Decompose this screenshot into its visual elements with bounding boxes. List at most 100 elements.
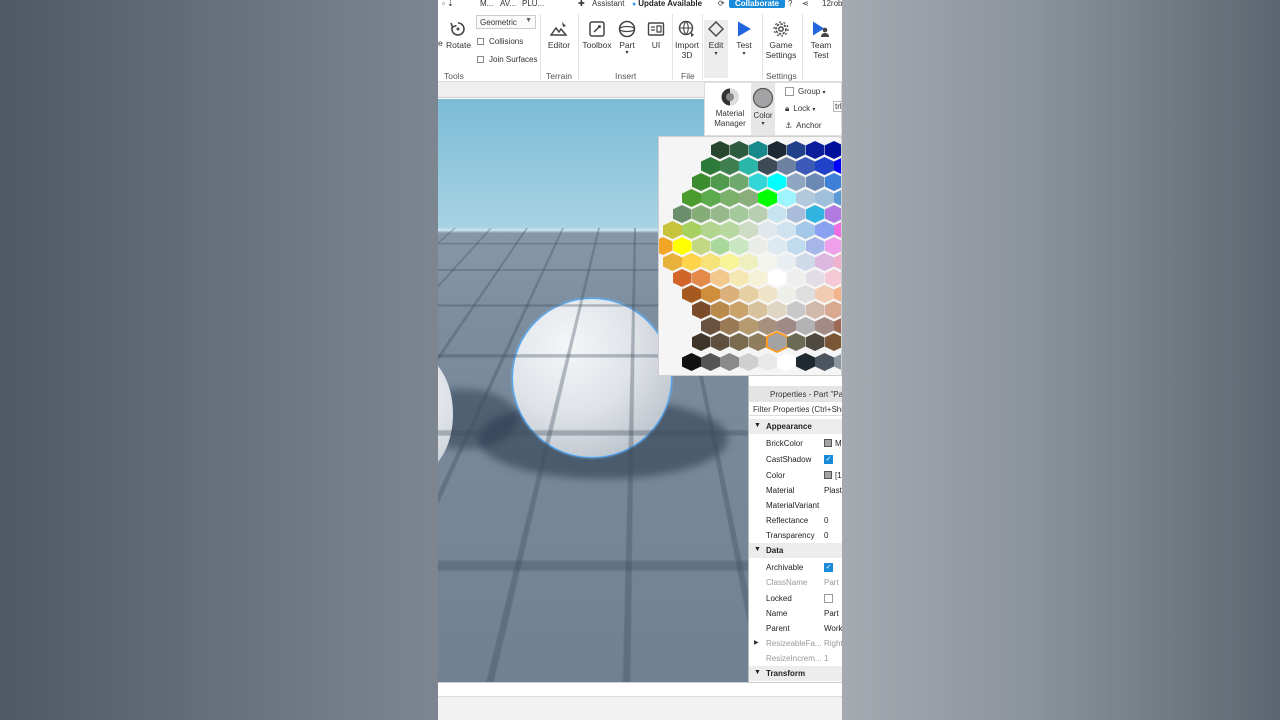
color-swatch[interactable] <box>682 189 701 207</box>
color-swatch[interactable] <box>691 173 711 191</box>
color-swatch[interactable] <box>701 157 720 175</box>
color-swatch[interactable] <box>758 317 777 335</box>
color-swatch[interactable] <box>796 285 815 303</box>
color-swatch[interactable] <box>748 333 768 351</box>
prop-transparency[interactable]: Transparency 0 <box>749 528 842 543</box>
prop-brickcolor[interactable]: BrickColor M <box>749 436 842 451</box>
game-settings-button[interactable]: Game Settings <box>764 20 798 60</box>
color-swatch[interactable] <box>710 173 730 191</box>
color-swatch[interactable] <box>710 333 730 351</box>
color-swatch[interactable] <box>796 221 815 239</box>
checkbox-checked[interactable]: ✓ <box>824 455 833 464</box>
color-swatch[interactable] <box>758 253 777 271</box>
color-swatch[interactable] <box>739 317 758 335</box>
color-swatch[interactable] <box>834 253 841 271</box>
color-swatch[interactable] <box>682 221 701 239</box>
share-icon[interactable]: ⋖ <box>802 0 809 8</box>
collaborate-button[interactable]: Collaborate <box>729 0 786 8</box>
color-swatch[interactable] <box>729 301 749 319</box>
edit-button[interactable]: Edit ▾ <box>704 20 728 78</box>
color-swatch[interactable] <box>777 189 796 207</box>
color-swatch[interactable] <box>824 269 841 287</box>
color-swatch[interactable] <box>786 173 806 191</box>
color-swatch[interactable] <box>767 269 787 287</box>
color-swatch[interactable] <box>701 253 720 271</box>
update-available[interactable]: Update Available <box>632 0 702 8</box>
color-swatch[interactable] <box>824 237 841 255</box>
scale-button[interactable]: e <box>438 38 443 48</box>
color-swatch[interactable] <box>796 317 815 335</box>
tab-2[interactable]: AV... <box>500 0 516 8</box>
lock-button[interactable]: 🔒︎ Lock ▾ <box>785 104 815 114</box>
terrain-editor-button[interactable]: Editor <box>546 20 572 50</box>
test-button[interactable]: Test ▾ <box>732 20 756 57</box>
color-swatch[interactable] <box>720 285 739 303</box>
material-manager-button[interactable]: Material Manager <box>709 87 751 129</box>
menu-icon[interactable]: ▫ ⇣ <box>442 0 454 8</box>
color-swatch[interactable] <box>786 205 806 223</box>
color-swatch[interactable] <box>729 141 749 159</box>
color-swatch[interactable] <box>748 173 768 191</box>
color-swatch[interactable] <box>786 141 806 159</box>
color-swatch[interactable] <box>748 205 768 223</box>
color-swatch[interactable] <box>701 353 720 371</box>
color-swatch[interactable] <box>815 353 834 371</box>
color-swatch[interactable] <box>748 269 768 287</box>
rotate-button[interactable]: Rotate <box>446 20 471 50</box>
color-swatch[interactable] <box>767 301 787 319</box>
color-swatch[interactable] <box>691 333 711 351</box>
prop-archivable[interactable]: Archivable ✓ <box>749 560 842 575</box>
color-swatch[interactable] <box>672 237 692 255</box>
join-surfaces-checkbox[interactable]: Join Surfaces <box>477 55 537 64</box>
color-swatch[interactable] <box>710 141 730 159</box>
color-swatch[interactable] <box>672 205 692 223</box>
color-swatch[interactable] <box>663 221 682 239</box>
anchor-button[interactable]: ⚓︎ Anchor <box>785 121 822 130</box>
color-swatch[interactable] <box>701 189 720 207</box>
color-swatch[interactable] <box>682 353 701 371</box>
color-swatch[interactable] <box>701 285 720 303</box>
color-swatch[interactable] <box>758 285 777 303</box>
color-swatch[interactable] <box>815 189 834 207</box>
color-swatch[interactable] <box>691 205 711 223</box>
color-swatch[interactable] <box>805 141 825 159</box>
color-swatch[interactable] <box>824 301 841 319</box>
color-swatch[interactable] <box>729 173 749 191</box>
color-swatch[interactable] <box>796 189 815 207</box>
category-data[interactable]: ▼ Data <box>749 543 842 558</box>
brickcolor-picker[interactable] <box>658 136 842 376</box>
color-swatch[interactable] <box>748 237 768 255</box>
color-swatch[interactable] <box>824 173 841 191</box>
color-swatch[interactable] <box>777 353 796 371</box>
color-swatch[interactable] <box>691 269 711 287</box>
category-transform[interactable]: ▼ Transform <box>749 666 842 681</box>
toolbox-button[interactable]: Toolbox <box>582 20 612 50</box>
color-swatch[interactable] <box>777 285 796 303</box>
category-appearance[interactable]: ▼ Appearance <box>749 419 842 434</box>
color-swatch[interactable] <box>672 269 692 287</box>
tab-1[interactable]: M... <box>480 0 493 8</box>
color-swatch[interactable] <box>805 205 825 223</box>
color-swatch[interactable] <box>824 333 841 351</box>
color-swatch[interactable] <box>796 157 815 175</box>
color-swatch[interactable] <box>739 189 758 207</box>
prop-locked[interactable]: Locked <box>749 591 842 606</box>
color-swatch[interactable] <box>767 173 787 191</box>
color-swatch[interactable] <box>710 237 730 255</box>
sync-icon[interactable]: ⟳ <box>718 0 725 8</box>
color-swatch[interactable] <box>758 353 777 371</box>
color-swatch[interactable] <box>720 189 739 207</box>
color-swatch[interactable] <box>815 221 834 239</box>
color-swatch[interactable] <box>710 301 730 319</box>
color-swatch[interactable] <box>786 269 806 287</box>
color-swatch[interactable] <box>691 301 711 319</box>
ui-button[interactable]: UI <box>646 20 666 50</box>
username[interactable]: 12rob <box>822 0 842 8</box>
color-swatch[interactable] <box>824 141 841 159</box>
prop-name[interactable]: Name Part <box>749 606 842 621</box>
color-swatch[interactable] <box>729 269 749 287</box>
color-swatch[interactable] <box>777 253 796 271</box>
color-swatch[interactable] <box>691 237 711 255</box>
color-swatch[interactable] <box>834 317 841 335</box>
filter-properties-input[interactable]: Filter Properties (Ctrl+Shift <box>749 402 842 416</box>
